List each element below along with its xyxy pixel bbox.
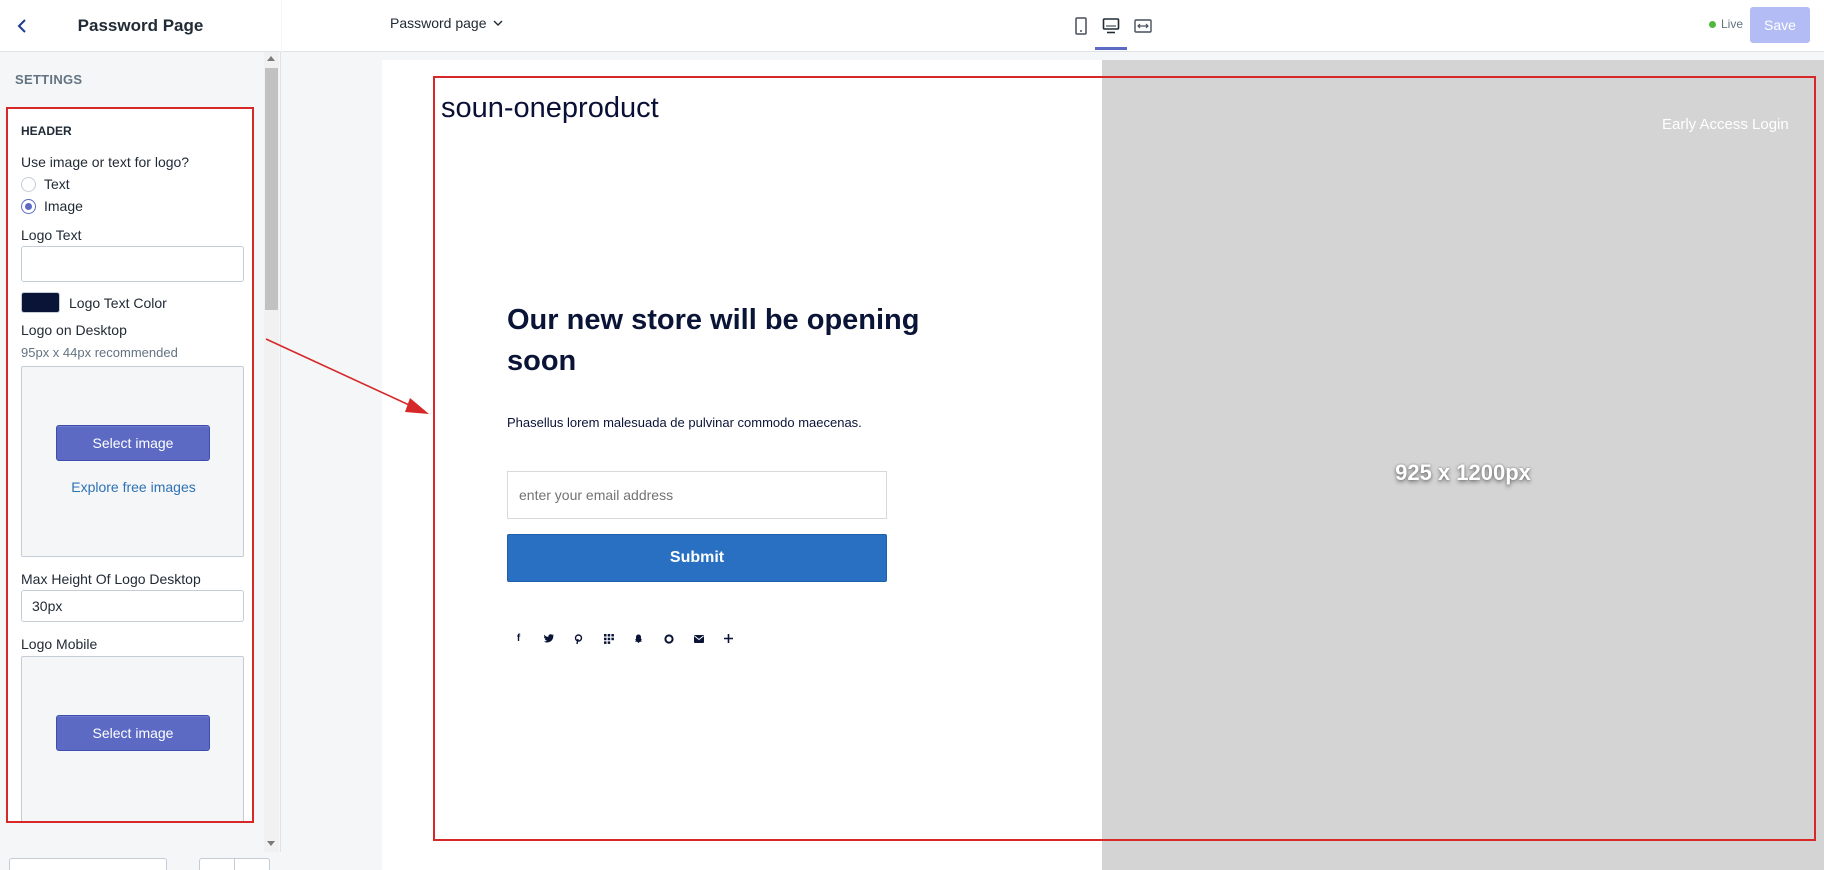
grid-icon[interactable] [603,633,614,644]
logo-text-label: Logo Text [21,227,82,243]
sidebar-header: Password Page [0,0,281,52]
logo-mobile-dropzone[interactable]: Select image [21,656,244,821]
radio-text-circle[interactable] [21,176,36,192]
desktop-view-button[interactable] [1097,12,1125,40]
social-icons: f [513,633,734,644]
max-height-label: Max Height Of Logo Desktop [21,571,201,587]
fullscreen-icon [1134,19,1152,33]
store-preview: soun-oneproduct Our new store will be op… [382,60,1824,870]
pinterest-icon[interactable] [573,633,584,644]
email-icon[interactable] [693,633,704,644]
mobile-icon [1075,17,1087,35]
select-image-mobile-button[interactable]: Select image [56,715,210,751]
max-height-input[interactable] [21,590,244,622]
save-button[interactable]: Save [1750,7,1810,43]
preview-subtext: Phasellus lorem malesuada de pulvinar co… [507,415,862,430]
early-access-login-link[interactable]: Early Access Login [1662,116,1789,133]
sidebar: Password Page SETTINGS HEADER Use image … [0,0,281,870]
preview-image-panel: Early Access Login 925 x 1200px [1102,60,1824,870]
live-status: Live [1709,17,1743,31]
radio-text-label: Text [44,176,70,192]
image-placeholder-size: 925 x 1200px [1395,460,1531,485]
scrollbar-thumb[interactable] [265,68,278,310]
logo-text-input[interactable] [21,246,244,282]
live-status-label: Live [1721,17,1744,31]
submit-button[interactable]: Submit [507,534,887,582]
topbar: Password page Live Save [282,0,1824,52]
live-dot-icon [1709,20,1716,28]
select-image-button[interactable]: Select image [56,425,210,461]
scroll-up-arrow-icon[interactable] [267,56,275,61]
store-logo-text[interactable]: soun-oneproduct [441,92,659,125]
header-section: HEADER Use image or text for logo? Text … [6,107,254,823]
page-select-label: Password page [390,15,487,31]
undo-button[interactable] [199,858,235,870]
color-swatch[interactable] [21,292,60,313]
explore-free-images-link[interactable]: Explore free images [22,479,245,495]
snapchat-icon[interactable] [633,633,644,644]
page-select-dropdown[interactable]: Password page [390,15,503,31]
logo-text-color-label: Logo Text Color [69,294,167,311]
fullscreen-view-button[interactable] [1129,12,1157,40]
logo-text-color-picker[interactable]: Logo Text Color [21,292,167,313]
twitter-icon[interactable] [543,633,554,644]
active-device-indicator [1095,47,1127,50]
chevron-down-icon [493,20,503,26]
chevron-left-icon [17,19,26,33]
sidebar-title: Password Page [77,15,204,35]
footer-input[interactable] [9,858,167,870]
logo-desktop-dropzone[interactable]: Select image Explore free images [21,366,244,557]
mobile-view-button[interactable] [1067,12,1095,40]
radio-text[interactable]: Text [21,176,70,192]
email-input[interactable] [507,471,887,519]
scroll-down-arrow-icon[interactable] [267,841,275,846]
settings-label: SETTINGS [15,72,83,87]
back-button[interactable] [10,14,34,38]
logo-choice-label: Use image or text for logo? [21,154,190,170]
sidebar-scrollbar[interactable] [264,52,279,852]
radio-image-label: Image [44,198,83,214]
desktop-icon [1102,18,1120,34]
plus-icon[interactable] [723,633,734,644]
sidebar-footer [0,852,281,870]
logo-mobile-label: Logo Mobile [21,636,98,652]
preview-headline: Our new store will be opening soon [507,304,920,378]
circle-icon[interactable] [663,633,674,644]
radio-image-circle[interactable] [21,198,36,214]
redo-button[interactable] [234,858,270,870]
facebook-icon[interactable]: f [513,633,524,644]
header-section-title: HEADER [21,124,72,138]
logo-desktop-label: Logo on Desktop [21,322,127,338]
radio-image[interactable]: Image [21,198,83,214]
preview-content-panel: soun-oneproduct Our new store will be op… [382,60,1102,870]
logo-desktop-hint: 95px x 44px recommended [21,345,178,360]
